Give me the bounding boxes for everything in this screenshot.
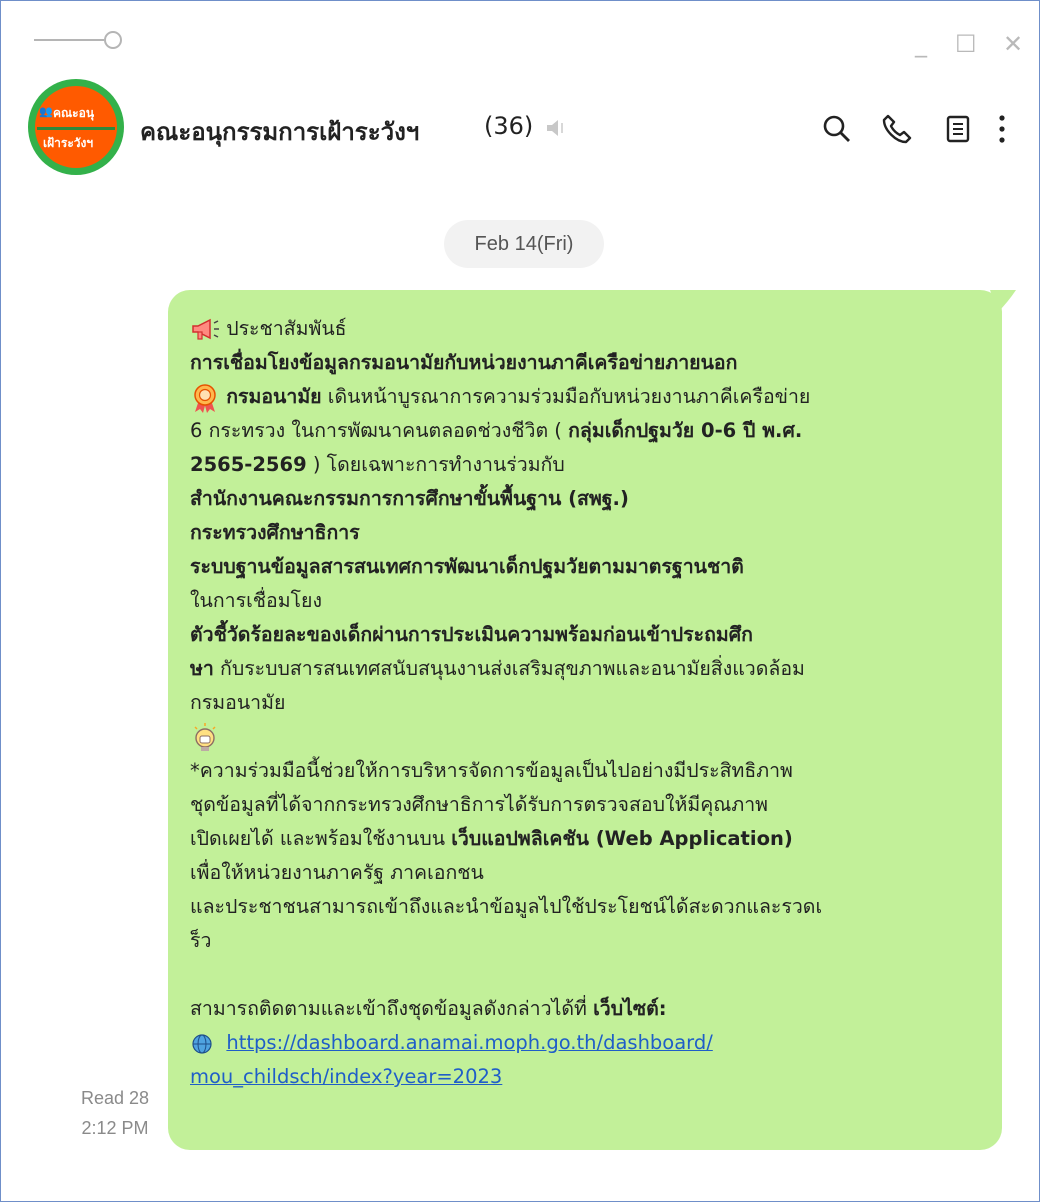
lightbulb-icon (194, 722, 216, 751)
close-button[interactable]: ✕ (1003, 30, 1023, 58)
notes-icon[interactable] (942, 112, 976, 146)
bubble-tail (990, 290, 1016, 312)
avatar-text-bottom: เฝ้าระวังฯ (43, 136, 94, 150)
dashboard-link-continued[interactable]: mou_childsch/index?year=2023 (190, 1065, 502, 1088)
date-separator: Feb 14(Fri) (444, 220, 604, 268)
group-avatar[interactable]: 👥 คณะอนุ เฝ้าระวังฯ (28, 79, 124, 175)
message-text: ประชาสัมพันธ์ การเชื่อมโยงข้อมูลกรมอนามั… (190, 317, 823, 1088)
globe-icon (192, 1033, 212, 1054)
phone-icon[interactable] (880, 112, 914, 146)
dashboard-link[interactable]: https://dashboard.anamai.moph.go.th/dash… (226, 1031, 712, 1054)
megaphone-icon (192, 318, 219, 340)
maximize-button[interactable]: ☐ (955, 30, 977, 58)
read-status: Read 28 2:12 PM (70, 1083, 160, 1143)
rosette-icon (194, 383, 216, 413)
search-icon[interactable] (820, 112, 854, 146)
chat-title[interactable]: คณะอนุกรรมการเฝ้าระวังฯ (140, 112, 419, 151)
pin-icon[interactable] (34, 30, 124, 50)
read-count: Read 28 (80, 1088, 150, 1108)
people-icon: 👥 (39, 105, 53, 118)
more-icon[interactable] (990, 112, 1014, 146)
speaker-muted-icon (547, 120, 563, 136)
message-time: 2:12 PM (81, 1118, 149, 1138)
avatar-text-top: คณะอนุ (53, 106, 95, 120)
member-count[interactable]: (36) (484, 112, 533, 140)
minimize-button[interactable]: _ (915, 30, 927, 58)
